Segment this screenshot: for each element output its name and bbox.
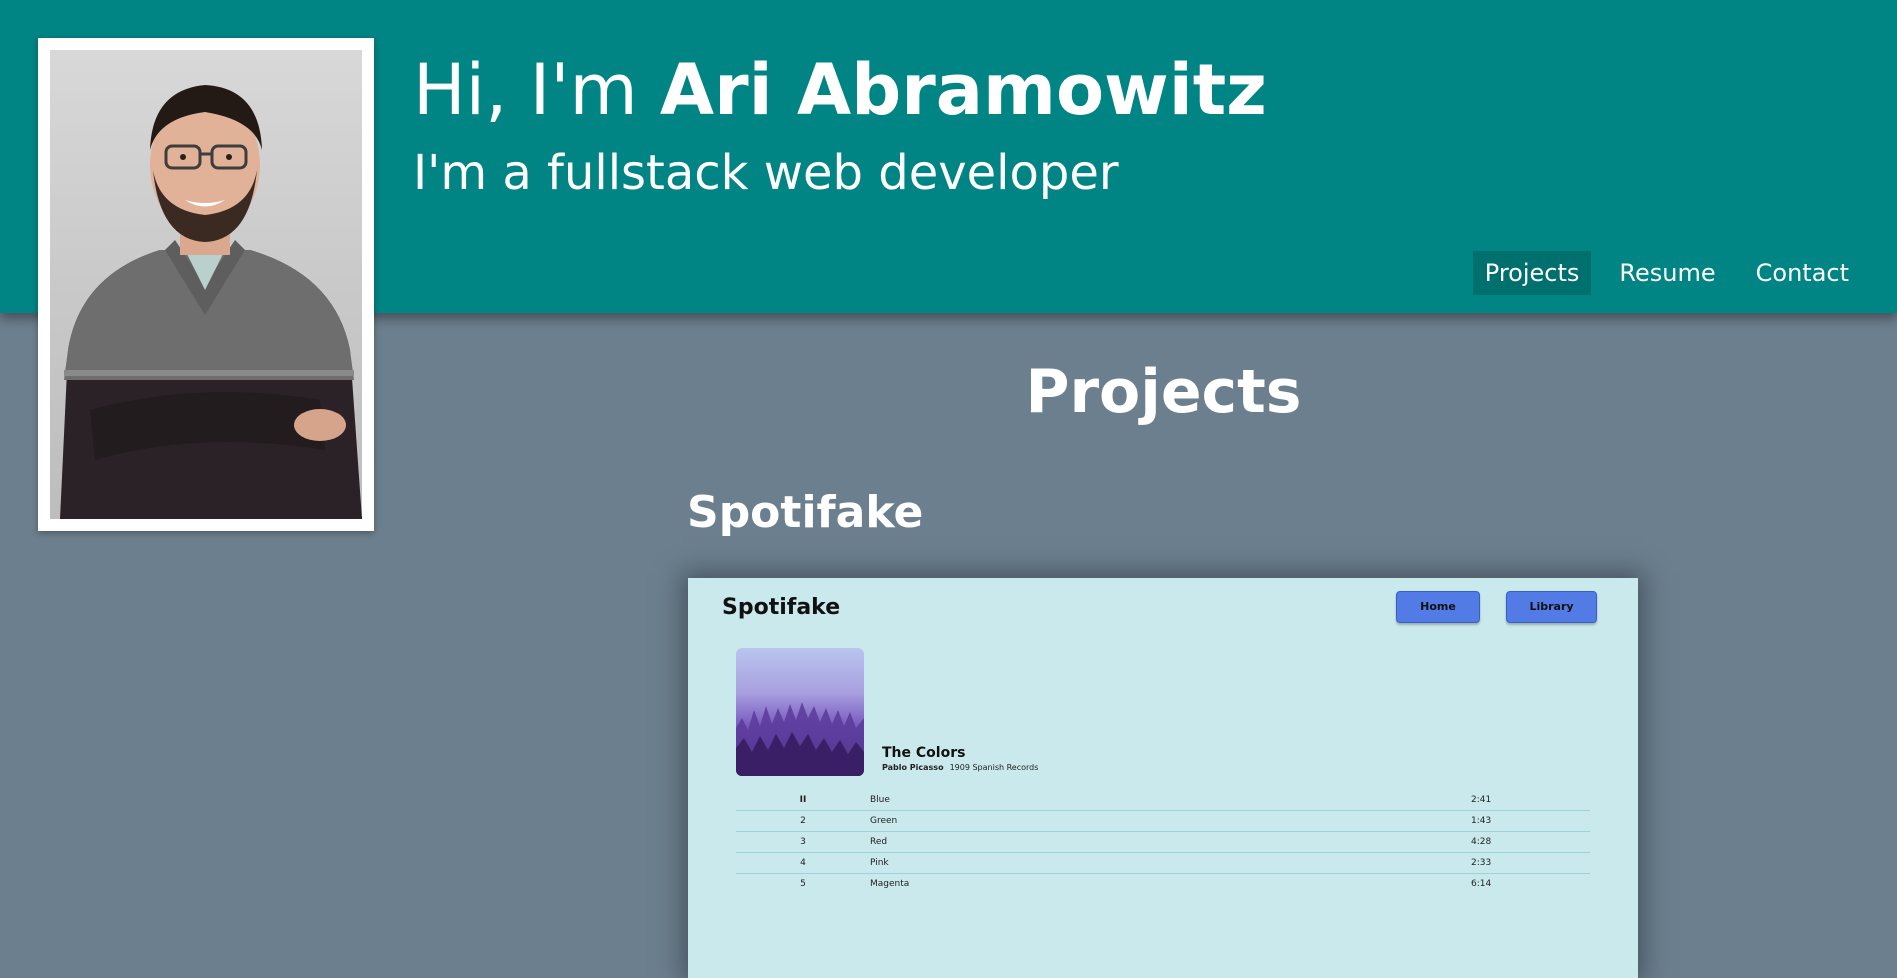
profile-photo — [38, 38, 374, 531]
track-duration: 6:14 — [1471, 879, 1492, 889]
forest-artwork — [736, 702, 864, 776]
track-number: 4 — [800, 858, 806, 868]
nav-link-projects[interactable]: Projects — [1472, 251, 1592, 295]
track-duration: 1:43 — [1471, 816, 1492, 826]
home-button: Home — [1396, 591, 1480, 623]
track-duration: 4:28 — [1471, 837, 1492, 847]
track-number: 5 — [800, 879, 806, 889]
track-duration: 2:41 — [1471, 795, 1492, 805]
track-duration: 2:33 — [1471, 858, 1492, 868]
track-row: 2 Green 1:43 — [736, 811, 1590, 832]
track-name: Magenta — [870, 879, 910, 889]
track-row: 3 Red 4:28 — [736, 832, 1590, 853]
track-name: Pink — [870, 858, 889, 868]
developer-name: Ari Abramowitz — [659, 49, 1267, 131]
tagline: I'm a fullstack web developer — [413, 145, 1119, 201]
app-title: Spotifake — [722, 595, 841, 620]
nav-link-contact[interactable]: Contact — [1744, 251, 1861, 295]
pause-icon: II — [799, 795, 807, 805]
album-meta: Pablo Picasso 1909 Spanish Records — [882, 762, 1038, 774]
album-artist: Pablo Picasso — [882, 763, 944, 772]
album-cover-image — [736, 648, 864, 776]
greeting-heading: Hi, I'm Ari Abramowitz — [413, 44, 1267, 136]
library-button: Library — [1506, 591, 1597, 623]
track-list: II Blue 2:41 2 Green 1:43 3 Red 4:28 4 P… — [736, 790, 1590, 894]
track-number: 2 — [800, 816, 806, 826]
greeting-prefix: Hi, I'm — [413, 49, 660, 131]
track-row: II Blue 2:41 — [736, 790, 1590, 811]
project-screenshot[interactable]: Spotifake Home Library The Colors Pablo … — [688, 578, 1638, 978]
track-number: 3 — [800, 837, 806, 847]
main-nav: Projects Resume Contact — [1472, 251, 1861, 295]
nav-link-resume[interactable]: Resume — [1607, 251, 1727, 295]
track-name: Blue — [870, 795, 890, 805]
track-row: 5 Magenta 6:14 — [736, 874, 1590, 894]
track-name: Green — [870, 816, 898, 826]
track-name: Red — [870, 837, 888, 847]
project-title: Spotifake — [687, 487, 924, 538]
album-name: The Colors — [882, 745, 966, 761]
profile-photo-image — [50, 50, 362, 519]
album-year-label: 1909 Spanish Records — [949, 763, 1039, 772]
track-row: 4 Pink 2:33 — [736, 853, 1590, 874]
person-portrait-illustration — [60, 85, 362, 519]
